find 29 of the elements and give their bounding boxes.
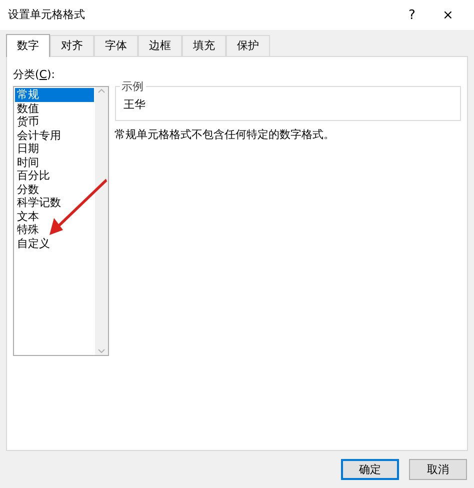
list-item[interactable]: 分数: [15, 182, 94, 196]
help-button[interactable]: ?: [394, 8, 430, 22]
tab[interactable]: 边框: [138, 35, 182, 56]
list-item[interactable]: 数值: [15, 102, 94, 116]
list-item[interactable]: 自定义: [15, 236, 94, 250]
list-item[interactable]: 会计专用: [15, 128, 94, 142]
category-list[interactable]: 常规 数值 货币 会计专用 日期 时间 百分比 分数 科学记数 文本 特殊 自定义: [13, 86, 109, 356]
tab[interactable]: 保护: [226, 35, 270, 56]
scroll-up-icon[interactable]: [98, 89, 105, 94]
tab[interactable]: 字体: [94, 35, 138, 56]
list-item[interactable]: 时间: [15, 156, 94, 170]
tab[interactable]: 填充: [182, 35, 226, 56]
list-item[interactable]: 文本: [15, 210, 94, 224]
tab[interactable]: 数字: [6, 34, 50, 57]
list-item[interactable]: 科学记数: [15, 196, 94, 210]
list-item[interactable]: 常规: [15, 88, 94, 102]
category-label: 分类(C):: [13, 67, 56, 83]
ok-button[interactable]: 确定: [341, 459, 399, 480]
list-item[interactable]: 百分比: [15, 169, 94, 183]
sample-value: 王华: [124, 98, 146, 112]
cancel-button[interactable]: 取消: [409, 459, 467, 480]
list-item[interactable]: 日期: [15, 142, 94, 156]
close-button[interactable]: ×: [430, 8, 466, 22]
description-text: 常规单元格格式不包含任何特定的数字格式。: [114, 126, 336, 143]
list-item[interactable]: 特殊: [15, 223, 94, 237]
list-item[interactable]: 货币: [15, 115, 94, 129]
tab[interactable]: 对齐: [50, 35, 94, 56]
window-title: 设置单元格格式: [8, 6, 86, 23]
scroll-down-icon[interactable]: [98, 349, 105, 354]
